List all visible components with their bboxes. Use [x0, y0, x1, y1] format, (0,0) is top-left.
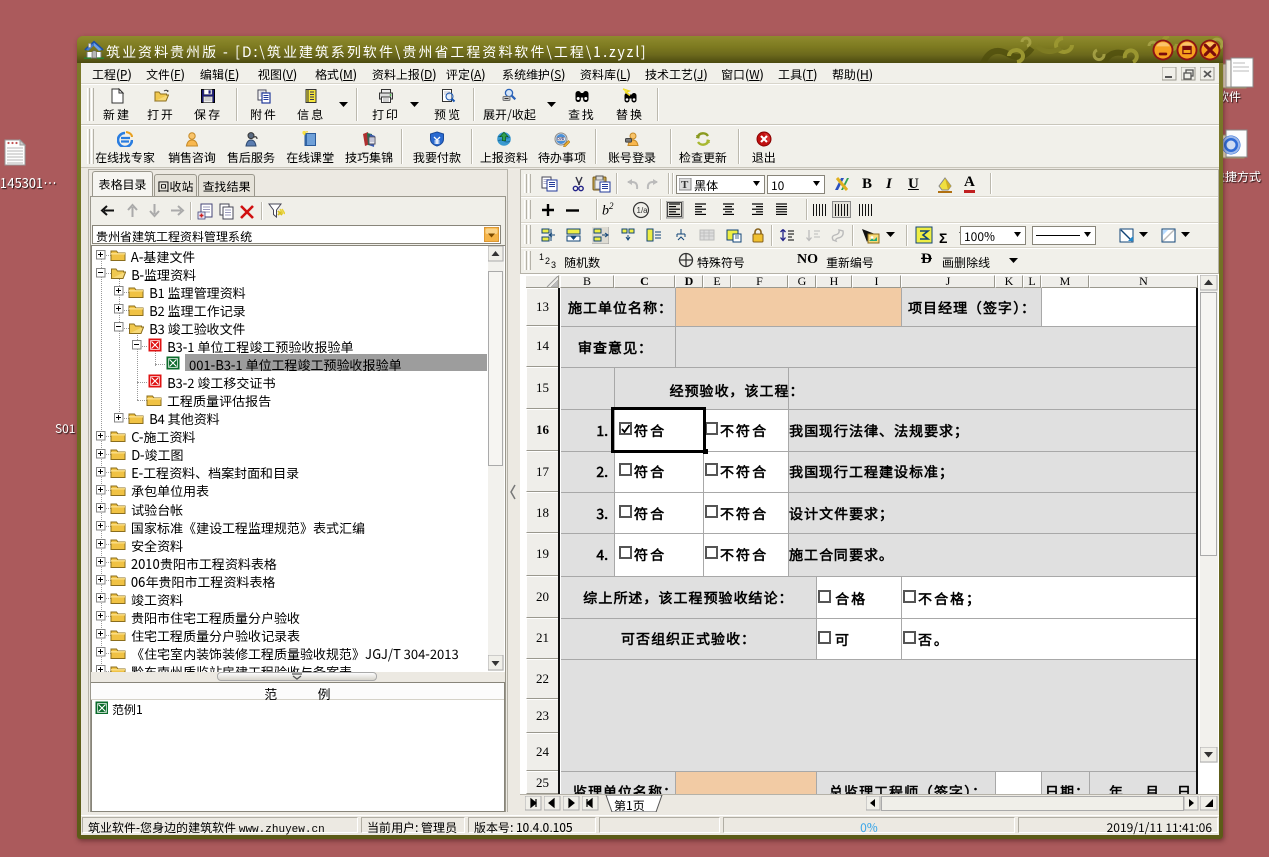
svg-text:T: T — [681, 179, 689, 191]
svg-text:1/a: 1/a — [637, 206, 649, 215]
svg-text:3: 3 — [551, 260, 556, 268]
svg-text:2: 2 — [545, 256, 550, 266]
svg-text:DVD: DVD — [557, 137, 565, 141]
svg-text:1: 1 — [539, 252, 544, 262]
